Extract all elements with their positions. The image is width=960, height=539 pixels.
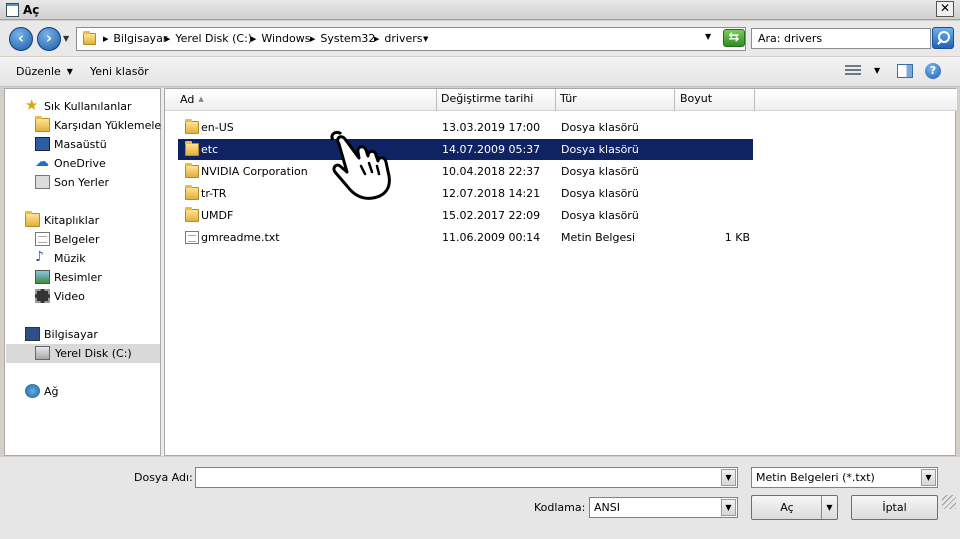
nav-network[interactable]: Ağ [25,382,155,401]
column-header: Ad ▲ Değiştirme tarihi Tür Boyut [165,89,957,111]
filename-input[interactable]: ▼ [195,467,738,488]
cancel-button[interactable]: İptal [851,495,938,520]
search-input[interactable]: Ara: drivers [751,28,931,49]
encoding-dropdown[interactable]: ▼ [721,499,736,516]
folder-icon [83,33,96,45]
command-bar: Düzenle ▼ Yeni klasör ▼ ? [0,57,960,87]
file-row[interactable]: gmreadme.txt 11.06.2009 00:14 Metin Belg… [178,227,753,248]
navigation-pane: ★ Sık Kullanılanlar Karşıdan Yüklemeler … [4,88,166,456]
nav-item-recent-places[interactable]: Son Yerler [35,173,157,192]
title-bar: Aç ✕ [0,0,960,20]
hand-cursor-icon [330,130,391,200]
open-options-dropdown[interactable]: ▼ [821,496,837,519]
desktop-icon [35,137,50,151]
nav-item-documents[interactable]: Belgeler [35,230,157,249]
nav-computer[interactable]: Bilgisayar [25,325,155,344]
file-row[interactable]: en-US 13.03.2019 17:00 Dosya klasörü [178,117,753,138]
nav-item-pictures[interactable]: Resimler [35,268,157,287]
star-icon: ★ [25,96,39,114]
forward-button[interactable]: › [37,27,61,51]
file-list: Ad ▲ Değiştirme tarihi Tür Boyut en-US 13… [164,88,957,456]
encoding-label: Kodlama: [534,501,586,514]
text-file-icon [185,231,199,244]
new-folder-button[interactable]: Yeni klasör [90,65,149,78]
nav-favorites[interactable]: ★ Sık Kullanılanlar [25,97,155,116]
file-type-dropdown[interactable]: ▼ [921,469,936,486]
column-modified[interactable]: Değiştirme tarihi [436,89,556,111]
file-row[interactable]: NVIDIA Corporation 10.04.2018 22:37 Dosy… [178,161,753,182]
folder-icon [185,121,199,134]
pictures-icon [35,270,50,284]
notepad-icon [6,3,19,17]
file-row[interactable]: tr-TR 12.07.2018 14:21 Dosya klasörü [178,183,753,204]
breadcrumb-item-system32[interactable]: ▶ System32 [310,32,375,45]
nav-item-music[interactable]: ♪ Müzik [35,249,157,268]
nav-item-desktop[interactable]: Masaüstü [35,135,157,154]
libraries-icon [25,213,40,227]
breadcrumb-item-computer[interactable]: ▶ Bilgisayar [103,32,167,45]
nav-item-video[interactable]: Video [35,287,157,306]
folder-icon [185,187,199,200]
file-type-select[interactable]: Metin Belgeleri (*.txt) ▼ [751,467,938,488]
recent-places-icon [35,175,50,189]
address-bar: ‹ › ▼ ▶ ▶ Bilgisayar ▶ Yerel Disk (C:) ▶ Wi… [0,21,960,56]
nav-libraries[interactable]: Kitaplıklar [25,211,155,230]
folder-icon [185,165,199,178]
encoding-select[interactable]: ANSI ▼ [589,497,738,518]
search-icon[interactable] [932,27,954,49]
network-icon [25,384,40,398]
filename-dropdown[interactable]: ▼ [721,469,736,486]
breadcrumb-item-drivers[interactable]: ▶ drivers [374,32,422,45]
file-row-selected[interactable]: etc 14.07.2009 05:37 Dosya klasörü [178,139,753,160]
folder-icon [185,209,199,222]
recent-pages-dropdown[interactable]: ▼ [63,34,69,43]
address-history-dropdown[interactable]: ▼ [705,32,711,41]
file-row[interactable]: UMDF 15.02.2017 22:09 Dosya klasörü [178,205,753,226]
resize-grip[interactable] [942,495,956,509]
back-button[interactable]: ‹ [9,27,33,51]
documents-icon [35,232,50,246]
dialog-footer: Dosya Adı: ▼ Metin Belgeleri (*.txt) ▼ K… [0,457,960,539]
music-icon: ♪ [35,249,44,265]
nav-item-local-disk[interactable]: Yerel Disk (C:) [6,344,160,363]
folder-icon [185,143,199,156]
breadcrumb-children-arrow[interactable]: ▼ [423,32,433,45]
breadcrumb-item-windows[interactable]: ▶ Windows [251,32,311,45]
organize-button[interactable]: Düzenle ▼ [16,65,73,78]
preview-pane-icon[interactable] [897,64,913,78]
breadcrumb-item-disk[interactable]: ▶ Yerel Disk (C:) [165,32,252,45]
column-name[interactable]: Ad ▲ [175,89,437,111]
refresh-button[interactable]: ⇆ [723,29,745,47]
cloud-icon: ☁ [35,154,49,170]
search-placeholder: Ara: drivers [758,32,823,45]
help-icon[interactable]: ? [925,63,941,79]
view-dropdown[interactable]: ▼ [874,66,880,75]
nav-item-onedrive[interactable]: ☁ OneDrive [35,154,157,173]
video-icon [35,289,50,303]
computer-icon [25,327,40,341]
downloads-folder-icon [35,118,50,132]
nav-item-downloads[interactable]: Karşıdan Yüklemeler [35,116,166,135]
open-button[interactable]: Aç ▼ [751,495,838,520]
filename-label: Dosya Adı: [134,471,193,484]
view-details-icon[interactable] [845,65,861,77]
close-button[interactable]: ✕ [936,1,954,17]
hard-disk-icon [35,346,50,360]
window-title: Aç [23,3,40,17]
breadcrumb[interactable]: ▶ ▶ Bilgisayar ▶ Yerel Disk (C:) ▶ Windows … [76,27,746,51]
column-size[interactable]: Boyut [675,89,755,111]
column-type[interactable]: Tür [555,89,675,111]
